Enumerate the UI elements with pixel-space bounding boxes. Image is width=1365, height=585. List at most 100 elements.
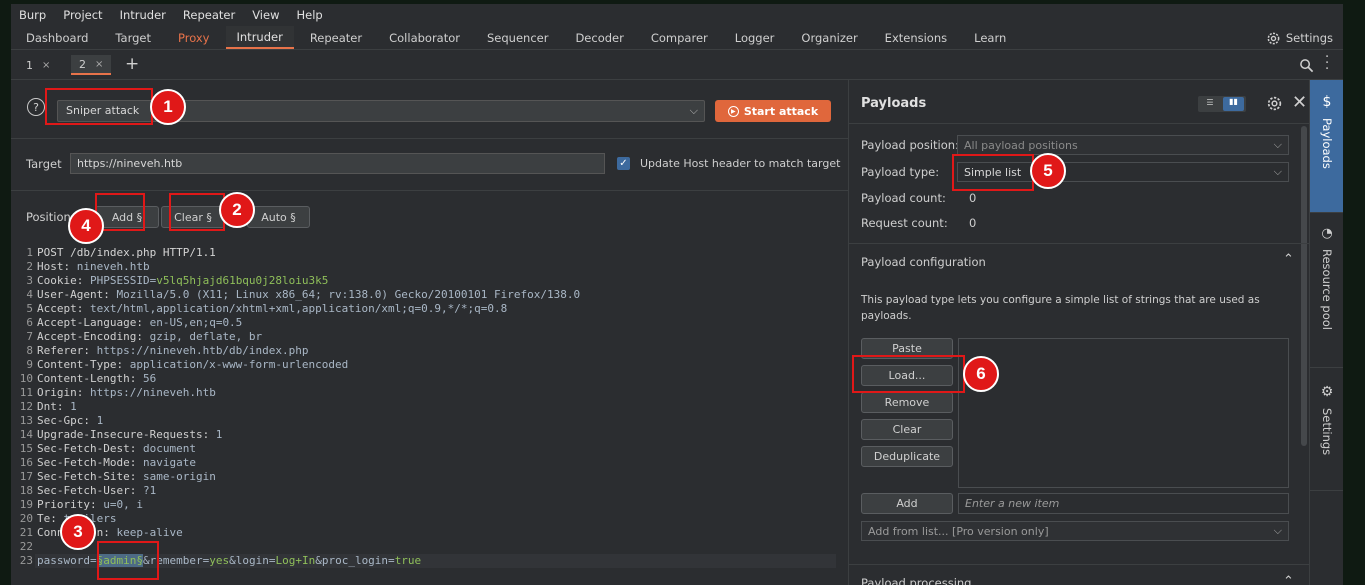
annotation-badge-4: 4 <box>68 208 104 244</box>
tab-sequencer[interactable]: Sequencer <box>476 26 559 49</box>
help-icon[interactable]: ? <box>27 98 45 116</box>
request-line[interactable]: POST /db/index.php HTTP/1.1 <box>37 246 216 259</box>
payload-list[interactable] <box>958 338 1289 488</box>
tab-comparer[interactable]: Comparer <box>640 26 719 49</box>
close-icon[interactable]: × <box>42 60 50 71</box>
request-line[interactable]: Accept: text/html,application/xhtml+xml,… <box>37 302 507 315</box>
line-number: 16 <box>19 456 33 469</box>
rail-tab-resource-pool[interactable]: ◔ Resource pool <box>1310 226 1343 356</box>
tab-dashboard[interactable]: Dashboard <box>15 26 99 49</box>
request-line[interactable]: Sec-Gpc: 1 <box>37 414 103 427</box>
start-attack-button[interactable]: ▶ Start attack <box>715 100 831 122</box>
payloads-panel: Payloads ☰ ▮▮ ✕ Payload position: All pa… <box>848 80 1310 585</box>
tab-proxy[interactable]: Proxy <box>167 26 221 49</box>
play-icon: ▶ <box>727 105 739 117</box>
request-line[interactable]: password=§admin§&remember=yes&login=Log+… <box>37 554 421 567</box>
close-icon[interactable]: ✕ <box>1292 92 1307 113</box>
menu-help[interactable]: Help <box>296 8 322 22</box>
line-number: 13 <box>19 414 33 427</box>
rail-label: Payloads <box>1320 118 1334 169</box>
payloads-scrollbar[interactable] <box>1301 126 1307 446</box>
request-editor[interactable]: 1 POST /db/index.php HTTP/1.1 2 Host: ninev… <box>11 243 848 585</box>
tab-intruder[interactable]: Intruder <box>225 26 294 49</box>
request-line[interactable]: Host: nineveh.htb <box>37 260 150 273</box>
tab-collaborator[interactable]: Collaborator <box>378 26 471 49</box>
line-number: 9 <box>26 358 33 371</box>
request-line[interactable]: Sec-Fetch-User: ?1 <box>37 484 156 497</box>
payload-position-value: All payload positions <box>964 139 1078 152</box>
subtab-2[interactable]: 2 × <box>71 55 112 75</box>
close-icon[interactable]: × <box>95 59 103 70</box>
chevron-up-icon[interactable]: ⌃ <box>1283 574 1294 585</box>
side-rail: $ Payloads ◔ Resource pool ⚙ Settings <box>1309 80 1343 585</box>
request-line[interactable]: Sec-Fetch-Dest: document <box>37 442 196 455</box>
chevron-up-icon[interactable]: ⌃ <box>1283 252 1294 267</box>
request-line[interactable]: Priority: u=0, i <box>37 498 143 511</box>
rail-tab-payloads[interactable]: $ Payloads <box>1310 80 1343 212</box>
request-line[interactable]: Dnt: 1 <box>37 400 77 413</box>
annotation-badge-6: 6 <box>963 356 999 392</box>
request-line[interactable]: Connection: keep-alive <box>37 526 183 539</box>
search-icon[interactable] <box>1299 58 1314 73</box>
tab-decoder[interactable]: Decoder <box>564 26 634 49</box>
request-line[interactable]: User-Agent: Mozilla/5.0 (X11; Linux x86_… <box>37 288 580 301</box>
add-tab-icon[interactable]: + <box>125 54 139 74</box>
deduplicate-button[interactable]: Deduplicate <box>861 446 953 467</box>
line-number: 20 <box>19 512 33 525</box>
menu-intruder[interactable]: Intruder <box>120 8 166 22</box>
request-line[interactable]: Upgrade-Insecure-Requests: 1 <box>37 428 222 441</box>
annotation-badge-5: 5 <box>1030 153 1066 189</box>
line-number: 22 <box>19 540 33 553</box>
remove-button[interactable]: Remove <box>861 392 953 413</box>
layout-toggle[interactable]: ☰ ▮▮ <box>1198 96 1246 112</box>
tab-logger[interactable]: Logger <box>724 26 786 49</box>
menu-repeater[interactable]: Repeater <box>183 8 235 22</box>
main-tabbar: Dashboard Target Proxy Intruder Repeater… <box>11 26 1343 50</box>
subtab-1[interactable]: 1 × <box>18 55 58 75</box>
auto-positions-button[interactable]: Auto § <box>247 206 310 228</box>
annotation-box-attack-type <box>45 88 153 125</box>
update-host-label: Update Host header to match target <box>640 157 841 170</box>
panel-layout-icon[interactable]: ▮▮ <box>1223 97 1244 111</box>
global-settings-button[interactable]: Settings <box>1266 26 1333 50</box>
line-number: 15 <box>19 442 33 455</box>
annotation-box-payload-type <box>952 154 1034 191</box>
payload-processing-title: Payload processing <box>861 576 972 585</box>
annotation-badge-1: 1 <box>150 89 186 125</box>
clear-button[interactable]: Clear <box>861 419 953 440</box>
line-number: 7 <box>26 330 33 343</box>
update-host-checkbox[interactable]: ✓ <box>617 157 630 170</box>
new-item-input[interactable]: Enter a new item <box>958 493 1289 514</box>
request-line[interactable]: Content-Type: application/x-www-form-url… <box>37 358 348 371</box>
tab-repeater[interactable]: Repeater <box>299 26 373 49</box>
line-number: 3 <box>26 274 33 287</box>
request-line[interactable]: Sec-Fetch-Mode: navigate <box>37 456 196 469</box>
divider <box>1310 367 1343 368</box>
tab-target[interactable]: Target <box>104 26 162 49</box>
request-line[interactable]: Accept-Language: en-US,en;q=0.5 <box>37 316 242 329</box>
tab-extensions[interactable]: Extensions <box>874 26 958 49</box>
request-line[interactable]: Origin: https://nineveh.htb <box>37 386 216 399</box>
list-layout-icon[interactable]: ☰ <box>1200 98 1220 110</box>
gear-icon[interactable] <box>1266 95 1283 112</box>
tab-organizer[interactable]: Organizer <box>790 26 868 49</box>
menu-burp[interactable]: Burp <box>19 8 46 22</box>
request-line[interactable]: Sec-Fetch-Site: same-origin <box>37 470 216 483</box>
chevron-down-icon: ⌵ <box>1273 524 1282 537</box>
intruder-subtabs: 1 × 2 × + · · · <box>11 50 1343 80</box>
request-line[interactable]: Referer: https://nineveh.htb/db/index.ph… <box>37 344 309 357</box>
request-line[interactable]: Accept-Encoding: gzip, deflate, br <box>37 330 262 343</box>
request-line[interactable]: Content-Length: 56 <box>37 372 156 385</box>
rail-tab-settings[interactable]: ⚙ Settings <box>1310 384 1343 474</box>
more-icon[interactable]: · · · <box>1325 51 1329 76</box>
add-item-button[interactable]: Add <box>861 493 953 514</box>
tab-learn[interactable]: Learn <box>963 26 1017 49</box>
target-url-input[interactable]: https://nineveh.htb <box>70 153 605 174</box>
request-line[interactable]: Cookie: PHPSESSID=v5lq5hjajd61bqu0j28loi… <box>37 274 328 287</box>
divider <box>11 190 848 191</box>
menu-project[interactable]: Project <box>63 8 102 22</box>
menu-view[interactable]: View <box>252 8 279 22</box>
add-from-list-select[interactable]: Add from list... [Pro version only] ⌵ <box>861 521 1289 541</box>
divider <box>11 138 848 139</box>
payload-position-select[interactable]: All payload positions ⌵ <box>957 135 1289 155</box>
